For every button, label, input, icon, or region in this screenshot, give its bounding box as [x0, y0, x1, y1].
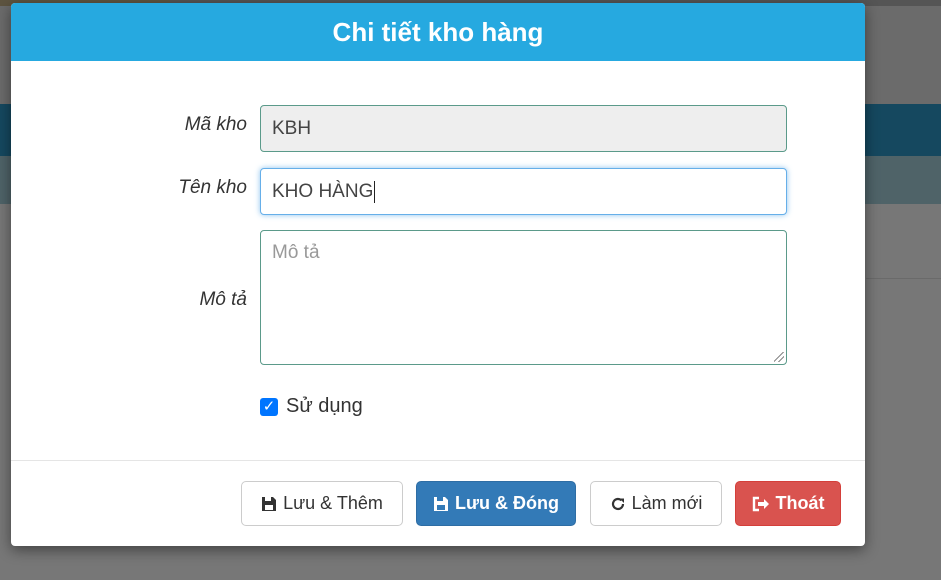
exit-label: Thoát — [775, 493, 825, 513]
name-label: Tên kho — [178, 177, 247, 198]
code-label: Mã kho — [184, 114, 247, 135]
refresh-button[interactable]: Làm mới — [590, 481, 722, 526]
sign-out-icon — [752, 496, 770, 512]
description-placeholder: Mô tả — [272, 242, 320, 263]
background-divider — [866, 278, 941, 279]
name-field[interactable]: KHO HÀNG — [260, 168, 787, 215]
active-checkbox[interactable]: ✓ — [260, 397, 278, 416]
exit-button[interactable]: Thoát — [735, 481, 841, 526]
code-field[interactable]: KBH — [260, 105, 787, 152]
save-close-label: Lưu & Đóng — [454, 493, 559, 513]
code-value: KBH — [272, 117, 312, 139]
floppy-disk-icon — [261, 496, 277, 512]
text-caret — [374, 180, 376, 203]
save-add-label: Lưu & Thêm — [283, 493, 383, 513]
description-field[interactable]: Mô tả — [260, 230, 787, 365]
refresh-icon — [610, 496, 626, 512]
resize-handle[interactable] — [774, 352, 784, 362]
name-value: KHO HÀNG — [272, 180, 374, 202]
dialog-header: Chi tiết kho hàng — [11, 3, 865, 61]
floppy-disk-icon — [433, 496, 449, 512]
save-add-button[interactable]: Lưu & Thêm — [241, 481, 403, 526]
dialog-title: Chi tiết kho hàng — [332, 16, 544, 47]
active-label: Sử dụng — [286, 395, 363, 417]
warehouse-detail-dialog: Chi tiết kho hàng Mã kho KBH Tên kho KHO… — [11, 3, 865, 546]
refresh-label: Làm mới — [631, 493, 703, 513]
description-label: Mô tả — [199, 289, 247, 310]
active-checkbox-row[interactable]: ✓ Sử dụng — [260, 395, 363, 418]
footer-divider — [11, 460, 865, 461]
save-close-button[interactable]: Lưu & Đóng — [416, 481, 576, 526]
